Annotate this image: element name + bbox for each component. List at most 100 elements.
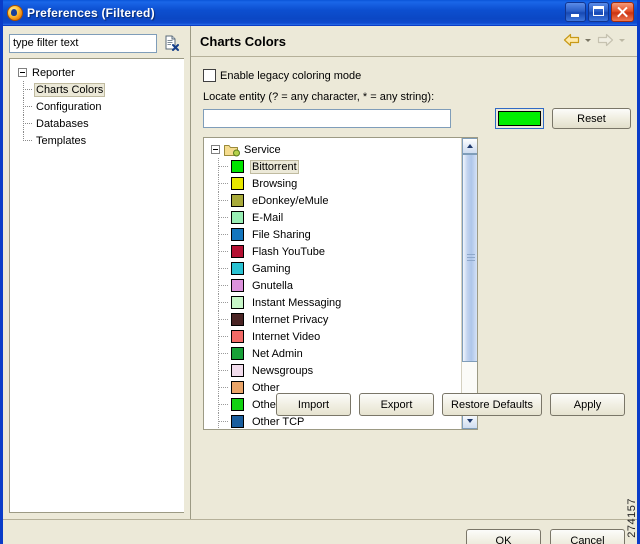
sidebar-item-configuration[interactable]: Configuration [10,98,184,115]
sidebar-item-label: Configuration [36,100,102,113]
service-label: Bittorrent [250,159,299,174]
service-label: Gnutella [252,279,293,292]
service-color-swatch[interactable] [231,330,244,343]
dialog-body: Reporter Charts Colors Configuration [3,26,637,544]
service-color-swatch[interactable] [231,347,244,360]
legacy-coloring-checkbox[interactable] [203,69,216,82]
sidebar-item-databases[interactable]: Databases [10,115,184,132]
screenshot-root: Preferences (Filtered) type filter text … [0,0,640,544]
service-color-swatch[interactable] [231,381,244,394]
forward-dropdown-icon [619,38,625,42]
service-color-swatch[interactable] [231,313,244,326]
apply-button[interactable]: Apply [550,393,625,416]
preference-page: Charts Colors Enable legacy coloring mod… [191,26,637,519]
locate-entity-input[interactable] [203,109,451,128]
scrollbar-thumb[interactable] [462,154,477,362]
service-color-list[interactable]: Service Bittorrent Browsing eDonkey/eMule E… [203,137,478,430]
scroll-up-icon[interactable] [462,138,477,154]
title-bar: Preferences (Filtered) [3,0,637,26]
service-label: File Sharing [252,228,311,241]
service-color-swatch[interactable] [231,177,244,190]
import-button[interactable]: Import [276,393,351,416]
back-arrow-icon[interactable] [563,33,580,47]
service-list-item[interactable]: Net Admin [204,345,462,362]
dialog-footer: OK Cancel [3,520,637,544]
ok-button[interactable]: OK [466,529,541,544]
page-header: Charts Colors [191,26,637,57]
service-label: Browsing [252,177,298,190]
service-list-inner: Service Bittorrent Browsing eDonkey/eMule E… [204,138,462,429]
page-title: Charts Colors [200,33,286,49]
legacy-coloring-row[interactable]: Enable legacy coloring mode [203,69,637,82]
minimize-button[interactable] [565,2,586,22]
service-label: Newsgroups [252,364,314,377]
service-list-item[interactable]: Gaming [204,260,462,277]
service-color-swatch[interactable] [231,415,244,428]
service-list-item[interactable]: Bittorrent [204,158,462,175]
service-color-swatch[interactable] [231,296,244,309]
service-root-label: Service [244,143,281,156]
sidebar-item-label: Templates [36,134,87,147]
settings-tree[interactable]: Reporter Charts Colors Configuration Dat… [9,58,184,513]
service-color-swatch[interactable] [231,228,244,241]
service-color-swatch[interactable] [231,279,244,292]
service-root-node[interactable]: Service [204,141,462,158]
color-swatch-button[interactable] [495,108,544,129]
service-list-item[interactable]: Internet Video [204,328,462,345]
service-list-item[interactable]: Instant Messaging [204,294,462,311]
service-label: E-Mail [252,211,284,224]
filter-row [9,32,184,54]
preferences-dialog: Preferences (Filtered) type filter text … [0,0,640,544]
reset-button[interactable]: Reset [552,108,631,129]
page-content: Enable legacy coloring mode Locate entit… [191,69,637,430]
sidebar-item-charts-colors[interactable]: Charts Colors [10,81,184,98]
service-color-swatch[interactable] [231,211,244,224]
service-color-swatch[interactable] [231,364,244,377]
service-label: Gaming [252,262,291,275]
service-label: Other TCP [252,415,305,428]
service-list-item[interactable]: E-Mail [204,209,462,226]
collapse-icon[interactable] [211,145,220,154]
service-list-item[interactable]: File Sharing [204,226,462,243]
service-label: Internet Privacy [252,313,329,326]
tree-node-label: Reporter [32,66,75,79]
export-button[interactable]: Export [359,393,434,416]
list-vertical-scrollbar[interactable] [461,138,477,429]
tree-node-reporter[interactable]: Reporter [10,64,184,81]
restore-defaults-button[interactable]: Restore Defaults [442,393,542,416]
maximize-button[interactable] [588,2,609,22]
folder-icon [224,143,240,157]
service-color-swatch[interactable] [231,194,244,207]
service-list-item[interactable]: Browsing [204,175,462,192]
service-list-item[interactable]: eDonkey/eMule [204,192,462,209]
tree-root-group: Reporter Charts Colors Configuration Dat… [10,59,184,149]
cancel-button[interactable]: Cancel [550,529,625,544]
service-color-swatch[interactable] [231,160,244,173]
scrollbar-track[interactable] [462,154,477,413]
close-button[interactable] [611,2,634,22]
nav-arrows [563,33,629,47]
service-color-swatch[interactable] [231,398,244,411]
filter-input[interactable] [9,33,157,53]
preferences-globe-icon [7,4,23,21]
service-list-item[interactable]: Newsgroups [204,362,462,379]
service-label: Internet Video [252,330,321,343]
color-swatch [498,111,541,126]
sidebar-item-label: Databases [36,117,89,130]
clear-filter-icon[interactable] [163,35,179,51]
window-title: Preferences (Filtered) [27,5,155,20]
collapse-icon[interactable] [18,68,27,77]
service-color-swatch[interactable] [231,245,244,258]
service-color-swatch[interactable] [231,262,244,275]
service-label: eDonkey/eMule [252,194,329,207]
back-dropdown-icon[interactable] [585,38,591,42]
service-list-item[interactable]: Flash YouTube [204,243,462,260]
page-action-buttons: Import Export Restore Defaults Apply [276,393,625,416]
forward-arrow-icon [597,33,614,47]
service-label: Net Admin [252,347,303,360]
sidebar-item-templates[interactable]: Templates [10,132,184,149]
service-label: Other [252,381,280,394]
service-list-item[interactable]: Internet Privacy [204,311,462,328]
sidebar: Reporter Charts Colors Configuration [3,26,190,519]
service-list-item[interactable]: Gnutella [204,277,462,294]
